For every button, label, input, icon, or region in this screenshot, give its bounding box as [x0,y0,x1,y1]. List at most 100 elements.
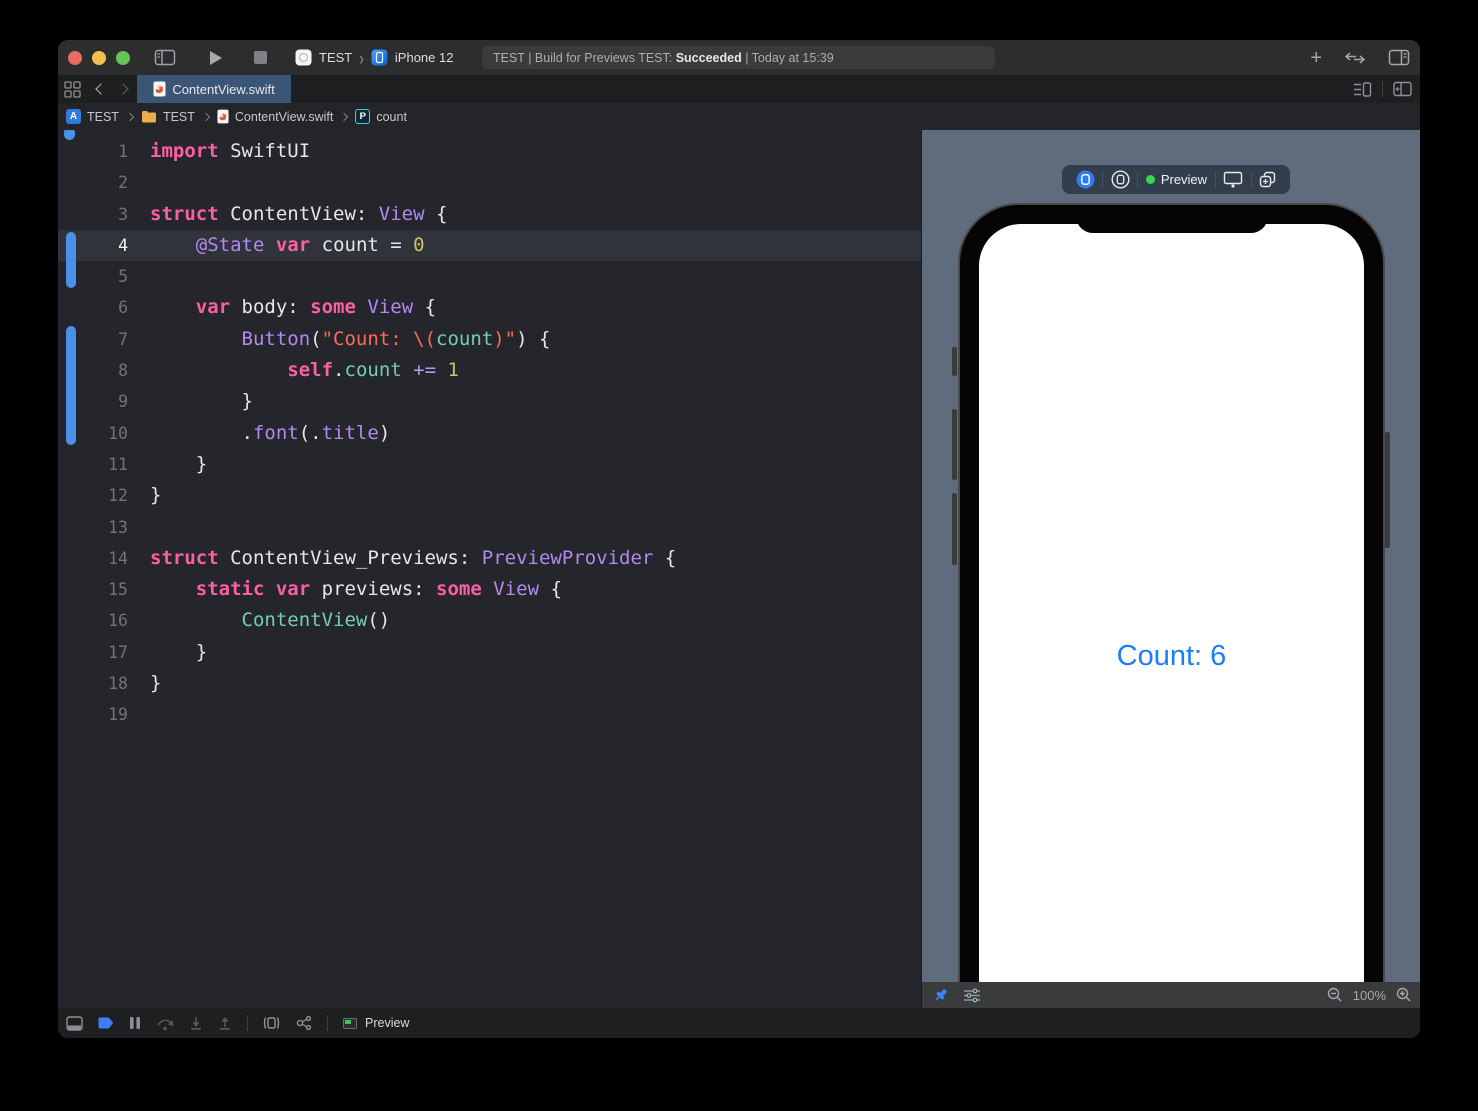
code-line-16[interactable]: 16 ContentView() [58,605,921,636]
scheme-selector[interactable]: TEST › iPhone 12 [295,49,453,66]
chevron-right-icon [202,112,210,120]
selectable-preview-button[interactable] [1111,170,1130,189]
code-line-19[interactable]: 19 [58,699,921,730]
run-button[interactable] [208,50,223,66]
preview-status: Preview [1146,172,1207,187]
iphone-screen[interactable]: Count: 6 [979,224,1364,982]
pause-execution-button[interactable] [129,1016,141,1030]
code-text: static var previews: some View { [128,574,562,605]
zoom-level[interactable]: 100% [1353,988,1386,1003]
debug-location[interactable]: Preview [343,1016,409,1030]
change-bar [66,326,76,445]
zoom-out-button[interactable] [1327,987,1343,1003]
code-line-13[interactable]: 13 [58,512,921,543]
phone-silence-switch [952,347,957,376]
breadcrumb-project[interactable]: TEST [87,110,119,124]
adjust-editor-options-button[interactable] [1353,82,1372,97]
xcode-window: TEST › iPhone 12 TEST | Build for Previe… [58,40,1420,1038]
step-over-button[interactable] [156,1016,174,1031]
step-into-button[interactable] [189,1016,203,1031]
line-number[interactable]: 19 [58,699,128,730]
add-editor-button[interactable] [1393,81,1412,97]
related-items-button[interactable] [64,81,81,98]
code-line-15[interactable]: 15 static var previews: some View { [58,574,921,605]
preview-status-label: Preview [1161,172,1207,187]
iphone-notch [1076,205,1268,233]
code-text: } [128,449,207,480]
code-text: struct ContentView: View { [128,199,447,230]
step-out-button[interactable] [218,1016,232,1031]
breadcrumb-symbol[interactable]: count [376,110,407,124]
duplicate-preview-button[interactable] [1259,171,1276,188]
zoom-in-button[interactable] [1396,987,1412,1003]
library-add-button[interactable]: + [1310,48,1322,68]
line-number[interactable]: 13 [58,512,128,543]
preview-bottom-bar: 100% [922,982,1420,1008]
preview-on-device-button[interactable] [1223,171,1243,188]
code-line-4[interactable]: 4 @State var count = 0 [58,230,921,261]
preview-mode-toolbar: Preview [1062,165,1290,194]
code-line-8[interactable]: 8 self.count += 1 [58,355,921,386]
phone-volume-up-button [952,409,957,480]
source-editor[interactable]: 1import SwiftUI23struct ContentView: Vie… [58,130,921,1008]
hide-debug-area-button[interactable] [66,1016,83,1031]
line-number[interactable]: 16 [58,605,128,636]
code-text: .font(.title) [128,418,390,449]
code-area[interactable]: 1import SwiftUI23struct ContentView: Vie… [58,130,921,731]
code-review-button[interactable] [1344,51,1366,65]
line-number[interactable]: 12 [58,480,128,511]
phone-volume-down-button [952,493,957,565]
tab-contentview-swift[interactable]: ContentView.swift [137,75,291,103]
code-line-2[interactable]: 2 [58,167,921,198]
close-window-button[interactable] [68,51,82,65]
minimize-window-button[interactable] [92,51,106,65]
code-line-1[interactable]: 1import SwiftUI [58,136,921,167]
go-back-button[interactable] [95,83,106,94]
breadcrumb-group[interactable]: TEST [163,110,195,124]
zoom-window-button[interactable] [116,51,130,65]
code-line-14[interactable]: 14struct ContentView_Previews: PreviewPr… [58,543,921,574]
code-line-7[interactable]: 7 Button("Count: \(count)") { [58,324,921,355]
toggle-navigator-sidebar-button[interactable] [154,49,176,66]
view-debugger-button[interactable] [263,1015,280,1031]
breadcrumb-file[interactable]: ContentView.swift [235,110,333,124]
toggle-inspector-button[interactable] [1388,49,1410,66]
line-number[interactable]: 17 [58,637,128,668]
preview-count-button[interactable]: Count: 6 [979,640,1364,673]
run-destination: iPhone 12 [395,50,454,65]
preview-running-indicator [1146,175,1155,184]
code-line-10[interactable]: 10 .font(.title) [58,418,921,449]
line-number[interactable]: 18 [58,668,128,699]
code-line-18[interactable]: 18} [58,668,921,699]
code-line-12[interactable]: 12} [58,480,921,511]
memory-graph-button[interactable] [295,1015,312,1031]
line-number[interactable]: 11 [58,449,128,480]
swift-file-icon [217,109,229,124]
live-preview-button[interactable] [1076,170,1095,189]
swift-file-icon [153,81,166,97]
stop-button[interactable] [254,51,267,64]
code-line-6[interactable]: 6 var body: some View { [58,292,921,323]
titlebar: TEST › iPhone 12 TEST | Build for Previe… [58,40,1420,75]
debug-bar: Preview [58,1008,1420,1038]
line-number[interactable]: 14 [58,543,128,574]
scheme-name: TEST [319,50,352,65]
code-line-3[interactable]: 3struct ContentView: View { [58,199,921,230]
code-line-5[interactable]: 5 [58,261,921,292]
preview-settings-icon[interactable] [963,988,981,1003]
line-number[interactable]: 15 [58,574,128,605]
line-number[interactable]: 2 [58,167,128,198]
line-number[interactable]: 6 [58,292,128,323]
activity-status-bar[interactable]: TEST | Build for Previews TEST: Succeede… [482,46,995,69]
go-forward-button[interactable] [117,83,128,94]
pin-preview-button[interactable] [932,987,949,1004]
code-line-17[interactable]: 17 } [58,637,921,668]
line-number[interactable]: 3 [58,199,128,230]
breakpoints-toggle-button[interactable] [98,1016,114,1030]
divider [1382,81,1383,97]
code-line-9[interactable]: 9 } [58,386,921,417]
code-line-11[interactable]: 11 } [58,449,921,480]
tab-bar-right-controls [1353,75,1412,103]
line-number[interactable]: 1 [58,136,128,167]
status-text: TEST | Build for Previews TEST: [493,51,676,65]
